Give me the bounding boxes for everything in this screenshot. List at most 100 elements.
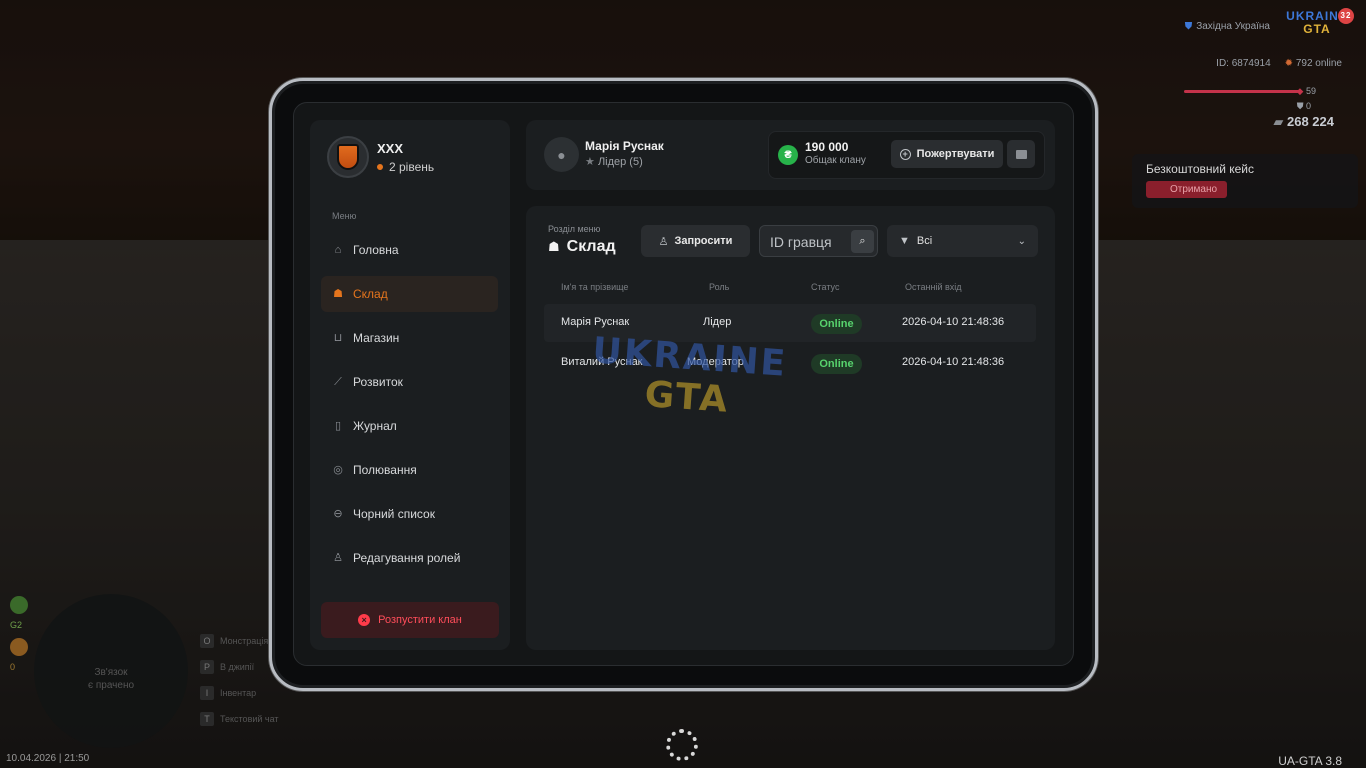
donate-button[interactable]: + Пожертвувати	[891, 140, 1003, 168]
logo-bottom-text: GTA	[1303, 22, 1331, 36]
sidebar-item-shop[interactable]: ⊔ Магазин	[321, 320, 498, 356]
level-dot-icon	[377, 164, 383, 171]
money-wrap: ▰ 268 224	[1273, 114, 1334, 130]
invite-button[interactable]: ♙ Запросити	[641, 225, 750, 257]
disband-clan-button[interactable]: × Розпустити клан	[321, 602, 499, 638]
hud-player-info: ID: 6874914 ✹ 792 online	[1216, 58, 1342, 69]
book-icon: ▯	[334, 420, 342, 432]
minimap-text-2: є прачено	[87, 680, 135, 691]
user-name: Марія Руснак	[585, 139, 664, 153]
armor-value: 0	[1305, 101, 1311, 111]
sidebar-item-roles[interactable]: ♙ Редагування ролей	[321, 540, 498, 576]
sidebar-item-label: Головна	[353, 243, 399, 257]
column-header-last-login: Останній вхід	[905, 282, 962, 292]
avatar: ●	[544, 137, 579, 172]
hud-datetime: 10.04.2026 | 21:50	[6, 753, 90, 764]
stat-orange-icon	[10, 638, 28, 656]
key-hint: O Монстрація	[200, 628, 279, 654]
key-label: Монстрація	[220, 636, 269, 646]
archive-icon	[1015, 149, 1027, 159]
sidebar-item-development[interactable]: ⟋ Розвиток	[321, 364, 498, 400]
sidebar-item-hunting[interactable]: ◎ Полювання	[321, 452, 498, 488]
watermark-logo: UKRAINE GTA	[585, 330, 791, 435]
free-case-panel[interactable]: Безкоштовний кейс Отримано	[1132, 154, 1358, 208]
members-icon: ☗	[548, 239, 560, 254]
add-user-icon: ♙	[658, 235, 669, 248]
logo-badge: 32	[1338, 8, 1354, 24]
user-role: Лідер (5)	[597, 156, 643, 168]
bank-amount: 190 000	[805, 140, 849, 154]
online-icon: ✹	[1284, 58, 1294, 69]
game-logo: UKRAINE GTA 32	[1286, 8, 1354, 44]
section-subtitle: Розділ меню	[548, 224, 601, 234]
basket-icon: ⊔	[333, 332, 343, 344]
bank-history-button[interactable]	[1007, 140, 1035, 168]
star-icon: ★	[585, 156, 595, 168]
cell-last-login: 2026-04-10 21:48:36	[902, 356, 1005, 368]
sidebar-item-label: Склад	[353, 287, 388, 301]
sidebar-item-label: Полювання	[353, 463, 417, 477]
plus-circle-icon: +	[899, 148, 911, 160]
money-icon: ▰	[1273, 114, 1284, 129]
sidebar-item-journal[interactable]: ▯ Журнал	[321, 408, 498, 444]
clan-header: XXX 2 рівень	[327, 136, 434, 178]
key-badge: I	[200, 686, 214, 700]
hud-region: ⛊ Західна Україна	[1185, 21, 1270, 32]
close-circle-icon: ×	[358, 614, 371, 626]
cell-last-login: 2026-04-10 21:48:36	[902, 316, 1005, 328]
clan-name: XXX	[377, 140, 404, 156]
health-value: 59	[1305, 86, 1316, 96]
stat-zero-label: 0	[10, 662, 16, 672]
invite-label: Запросити	[674, 235, 733, 247]
main-panel	[526, 206, 1055, 650]
chart-icon: ⟋	[334, 376, 342, 388]
status-badge: Online	[811, 314, 862, 334]
filter-icon: ▼	[899, 235, 910, 247]
key-label: В джипії	[220, 662, 255, 672]
hud-version: UA-GTA 3.8	[1278, 754, 1342, 768]
page-title-wrap: ☗ Склад	[548, 238, 616, 256]
key-hint: P В джипії	[200, 654, 279, 680]
search-input[interactable]	[770, 233, 850, 251]
page-title: Склад	[566, 238, 616, 255]
key-badge: O	[200, 634, 214, 648]
sidebar-item-warehouse[interactable]: ☗ Склад	[321, 276, 498, 312]
target-icon: ◎	[333, 464, 343, 476]
clan-level-label: 2 рівень	[389, 159, 435, 174]
disband-label: Розпустити клан	[378, 614, 462, 626]
filter-dropdown[interactable]: ▼ Всі ⌄	[887, 225, 1038, 257]
search-button[interactable]: ⌕	[851, 230, 874, 253]
key-badge: P	[200, 660, 214, 674]
members-icon: ☗	[333, 288, 343, 300]
filter-value: Всі	[916, 235, 933, 247]
sidebar-item-blacklist[interactable]: ⊖ Чорний список	[321, 496, 498, 532]
key-hint: I Інвентар	[200, 680, 279, 706]
shield-icon: ⛊	[1184, 21, 1193, 32]
donate-label: Пожертвувати	[916, 148, 995, 160]
armor-value-wrap: ⛊ 0	[1297, 101, 1311, 112]
home-icon: ⌂	[334, 244, 342, 256]
hud-region-label: Західна Україна	[1196, 21, 1270, 32]
cell-name: Марія Руснак	[561, 316, 630, 328]
key-badge: T	[200, 712, 214, 726]
online-count-wrap: ✹ 792 online	[1285, 58, 1342, 69]
sidebar-item-home[interactable]: ⌂ Головна	[321, 232, 498, 268]
menu-title: Меню	[332, 211, 357, 221]
user-role-wrap: ★ Лідер (5)	[585, 155, 643, 168]
clan-level: 2 рівень	[377, 160, 434, 174]
column-header-status: Статус	[811, 282, 840, 292]
sidebar-menu: ⌂ Головна ☗ Склад ⊔ Магазин ⟋ Розвиток ▯…	[321, 232, 498, 584]
chevron-down-icon: ⌄	[1017, 235, 1026, 247]
hryvnia-icon: ₴	[778, 145, 798, 165]
loading-spinner-icon	[666, 729, 698, 761]
sidebar-item-label: Розвиток	[353, 375, 403, 389]
armor-icon: ⛊	[1296, 101, 1304, 111]
minimap: Зв'язок є прачено	[34, 594, 188, 748]
sidebar-item-label: Магазин	[353, 331, 400, 345]
minimap-text-1: Зв'язок	[94, 667, 128, 678]
bank-label: Общак клану	[805, 155, 866, 166]
online-count: 792 online	[1295, 58, 1342, 69]
health-bar	[1184, 90, 1300, 93]
column-header-role: Роль	[709, 282, 730, 292]
column-header-name: Ім'я та прізвище	[561, 282, 629, 292]
